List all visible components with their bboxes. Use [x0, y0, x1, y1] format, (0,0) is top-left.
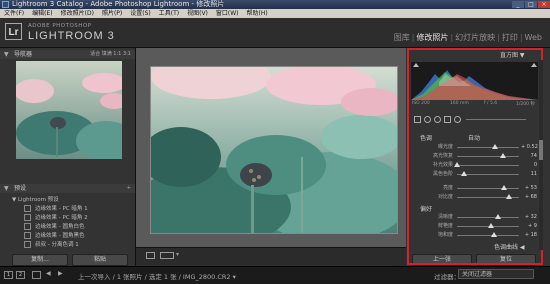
navigator-title: 导航器 [14, 51, 33, 58]
menu-bar: 文件(F) 编辑(E) 修改照片(D) 照片(P) 设置(S) 工具(T) 视图(V) 窗口(… [0, 9, 550, 18]
preset-label: 边缘效果 - PC 暗角 1 [35, 206, 88, 212]
maximize-button[interactable]: □ [525, 1, 537, 8]
filmstrip-breadcrumb[interactable]: 上一次导入 / 1 张照片 / 选定 1 张 / IMG_2800.CR2 ▾ [78, 271, 236, 281]
screen-2-icon[interactable]: 2 [16, 271, 25, 279]
menu-photo[interactable]: 照片(P) [98, 9, 126, 18]
module-slideshow[interactable]: 幻灯片放映 [453, 33, 497, 42]
menu-view[interactable]: 视图(V) [183, 9, 212, 18]
menu-develop[interactable]: 修改照片(D) [57, 9, 98, 18]
menu-window[interactable]: 窗口(W) [212, 9, 243, 18]
preset-item[interactable]: 边缘效果 - PC 暗角 1 [24, 205, 130, 213]
add-preset-icon[interactable]: + [127, 184, 131, 193]
copy-settings-button[interactable]: 复制... [12, 254, 68, 266]
app-icon [2, 1, 9, 8]
grid-view-icon[interactable] [32, 271, 41, 279]
window-title: Lightroom 3 Catalog - Adobe Photoshop Li… [12, 0, 225, 8]
module-develop[interactable]: 修改照片 [414, 33, 450, 42]
title-bar: Lightroom 3 Catalog - Adobe Photoshop Li… [0, 0, 550, 9]
module-web[interactable]: Web [523, 33, 544, 42]
navigator-preview[interactable] [16, 61, 122, 159]
preset-icon [24, 232, 31, 239]
menu-file[interactable]: 文件(F) [0, 9, 28, 18]
navigator-header[interactable]: ▼ 导航器 适合 填满 1:1 3:1 [0, 50, 135, 59]
lightroom-window: Lightroom 3 Catalog - Adobe Photoshop Li… [0, 0, 550, 284]
preset-item[interactable]: 叔叔 - 分离色调 1 [24, 241, 130, 249]
forward-arrow-icon[interactable]: ▶ [58, 270, 63, 277]
preset-item[interactable]: 边缘效果 - 圆角黑色 [24, 232, 130, 240]
highlight-frame [407, 48, 543, 265]
main-photo[interactable] [150, 66, 398, 234]
filmstrip-bar: 1 2 ◀ ▶ 上一次导入 / 1 张照片 / 选定 1 张 / IMG_280… [0, 266, 550, 284]
module-print[interactable]: 打印 [500, 33, 520, 42]
screen-1-icon[interactable]: 1 [4, 271, 13, 279]
preset-label: 边缘效果 - 圆角黑色 [35, 233, 85, 239]
back-arrow-icon[interactable]: ◀ [46, 270, 51, 277]
preset-folder[interactable]: ▼ Lightroom 预设 [12, 196, 118, 204]
presets-header[interactable]: ▼ 预设 + [0, 184, 135, 193]
minimize-button[interactable]: _ [512, 1, 524, 8]
module-picker: 图库 | 修改照片 | 幻灯片放映 | 打印 | Web [392, 32, 544, 43]
collapse-triangle-icon: ▼ [4, 185, 9, 192]
module-library[interactable]: 图库 [392, 33, 412, 42]
preset-label: 边缘效果 - 圆角白色 [35, 224, 85, 230]
lightroom-logo: Lr [5, 23, 22, 40]
before-after-icon[interactable] [160, 252, 174, 259]
preset-icon [24, 223, 31, 230]
filter-dropdown[interactable]: 关闭过滤器 [458, 269, 534, 279]
preset-label: 叔叔 - 分离色调 1 [35, 242, 79, 248]
preset-label: 边缘效果 - PC 暗角 2 [35, 215, 88, 221]
menu-help[interactable]: 帮助(H) [243, 9, 272, 18]
brand-subtitle: ADOBE PHOTOSHOP [28, 23, 92, 29]
menu-tools[interactable]: 工具(T) [155, 9, 183, 18]
preset-icon [24, 205, 31, 212]
presets-title: 预设 [14, 185, 27, 192]
preset-item[interactable]: 边缘效果 - 圆角白色 [24, 223, 130, 231]
preset-folder-label: Lightroom 预设 [17, 197, 59, 203]
toolbar-dropdown-icon[interactable]: ▾ [176, 251, 179, 258]
filter-label: 过滤器： [434, 273, 460, 281]
collapse-triangle-icon: ▼ [4, 51, 9, 58]
navigator-zoom-options[interactable]: 适合 填满 1:1 3:1 [90, 50, 131, 59]
preset-icon [24, 241, 31, 248]
menu-edit[interactable]: 编辑(E) [28, 9, 56, 18]
preset-icon [24, 214, 31, 221]
paste-settings-button[interactable]: 粘贴 [72, 254, 128, 266]
menu-settings[interactable]: 设置(S) [126, 9, 155, 18]
scrollbar-thumb[interactable] [539, 140, 543, 160]
preset-item[interactable]: 边缘效果 - PC 暗角 2 [24, 214, 130, 222]
close-button[interactable]: × [538, 1, 550, 8]
loupe-view-icon[interactable] [146, 252, 155, 259]
brand-title: LIGHTROOM 3 [28, 30, 115, 42]
